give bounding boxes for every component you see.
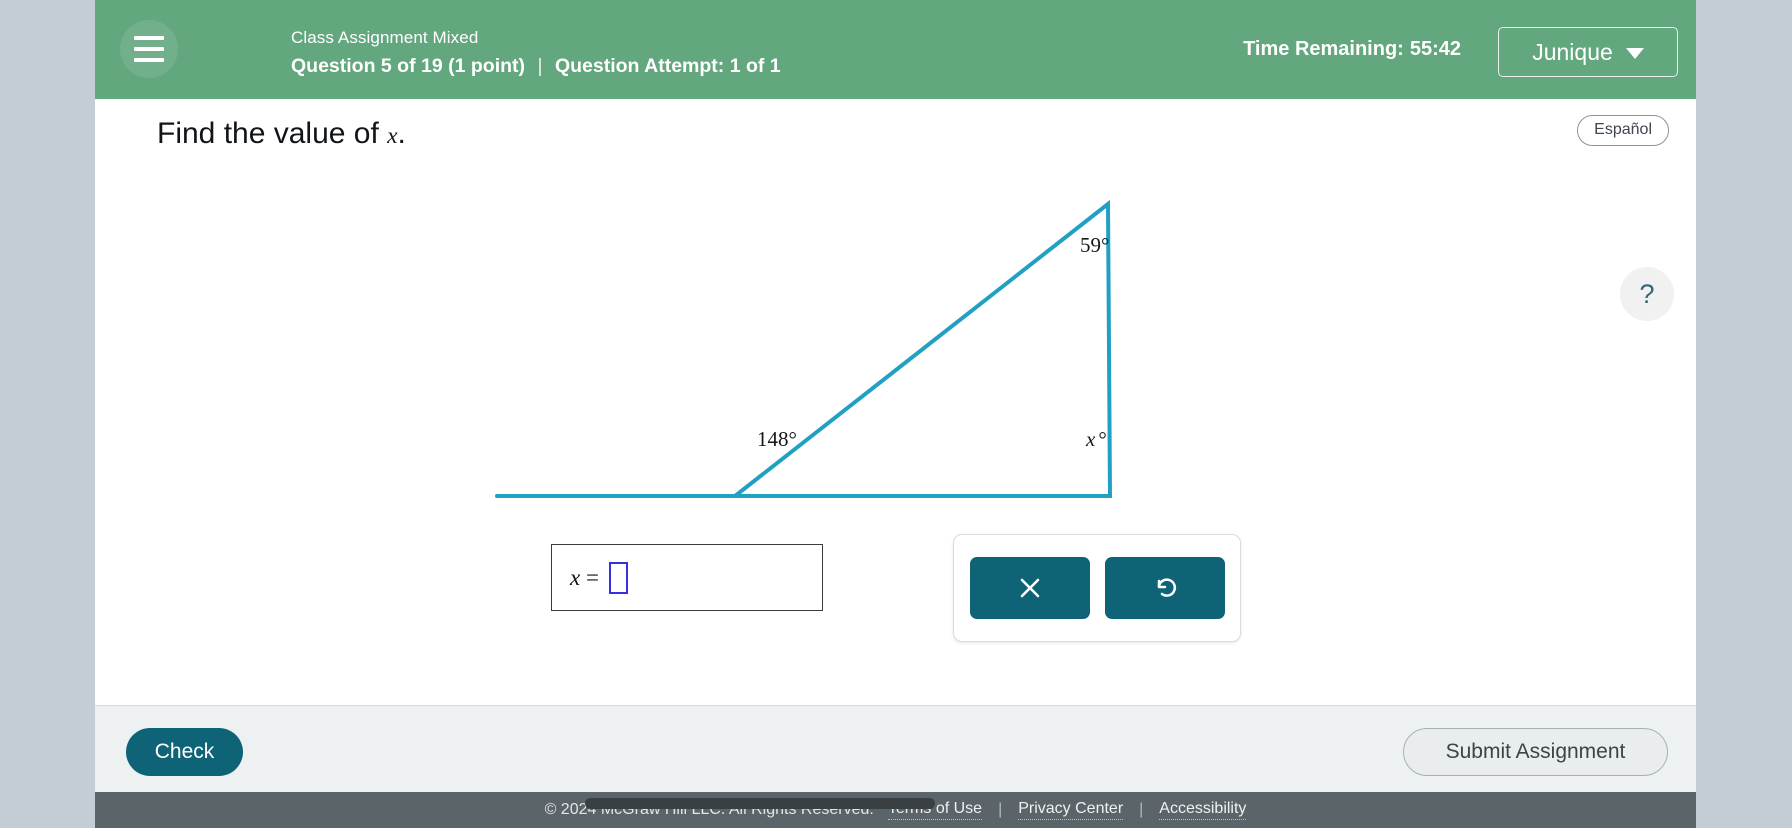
clear-button[interactable]: [969, 557, 1090, 619]
question-progress-line: Question 5 of 19 (1 point) | Question At…: [291, 55, 781, 78]
answer-entry-box[interactable]: x =: [551, 544, 823, 611]
answer-input-field[interactable]: [608, 561, 628, 594]
question-progress: Question 5 of 19 (1 point): [291, 55, 526, 77]
user-name-label: Junique: [1532, 38, 1613, 65]
answer-equation: x =: [570, 565, 599, 591]
hamburger-menu-icon[interactable]: [120, 20, 178, 78]
footer-separator: |: [998, 801, 1003, 818]
prompt-text: Find the value of: [157, 117, 388, 150]
hamburger-bar: [134, 47, 164, 51]
answer-variable: x: [570, 564, 581, 590]
math-tool-panel: [953, 534, 1241, 642]
hamburger-bar: [134, 36, 164, 40]
action-bar: Check Submit Assignment: [95, 705, 1696, 792]
question-prompt: Find the value of x.: [157, 117, 406, 151]
header-separator: |: [537, 55, 543, 77]
footer-separator: |: [1139, 801, 1144, 818]
answer-equals: =: [585, 564, 599, 590]
hamburger-bar: [134, 58, 164, 62]
question-attempt: Question Attempt: 1 of 1: [554, 55, 781, 77]
submit-assignment-button[interactable]: Submit Assignment: [1403, 728, 1668, 776]
accessibility-link[interactable]: Accessibility: [1159, 800, 1247, 820]
horizontal-scrollbar-thumb[interactable]: [585, 798, 935, 809]
user-menu-button[interactable]: Junique: [1498, 27, 1678, 77]
undo-button[interactable]: [1104, 557, 1225, 619]
assignment-title: Class Assignment Mixed: [291, 28, 479, 47]
espanol-toggle-button[interactable]: Español: [1577, 115, 1669, 146]
angle-label-x: x °: [1086, 427, 1107, 452]
angle-variable: x: [1086, 427, 1096, 451]
assessment-page: Class Assignment Mixed Question 5 of 19 …: [95, 0, 1696, 792]
prompt-variable: x: [387, 123, 398, 149]
question-body: Español Find the value of x. ? 148° 59° …: [95, 99, 1696, 705]
app-root: Class Assignment Mixed Question 5 of 19 …: [0, 0, 1792, 828]
angle-label-59: 59°: [1080, 233, 1110, 257]
time-remaining-value: 55:42: [1409, 38, 1461, 60]
triangle-outline: [729, 199, 1113, 498]
assignment-header: Class Assignment Mixed Question 5 of 19 …: [95, 0, 1696, 99]
x-icon: [1020, 578, 1039, 598]
degree-symbol: °: [1098, 427, 1107, 451]
undo-arrow-icon: [1157, 578, 1176, 597]
chevron-down-icon: [1625, 48, 1644, 59]
angle-label-148: 148°: [757, 427, 797, 451]
time-remaining-label: Time Remaining:: [1243, 38, 1404, 60]
time-remaining: Time Remaining: 55:42: [1243, 38, 1461, 61]
prompt-period: .: [397, 117, 406, 150]
geometry-figure: 148° 59° x °: [495, 199, 1195, 519]
help-button[interactable]: ?: [1620, 267, 1674, 321]
check-button[interactable]: Check: [126, 728, 243, 776]
privacy-center-link[interactable]: Privacy Center: [1018, 800, 1124, 820]
